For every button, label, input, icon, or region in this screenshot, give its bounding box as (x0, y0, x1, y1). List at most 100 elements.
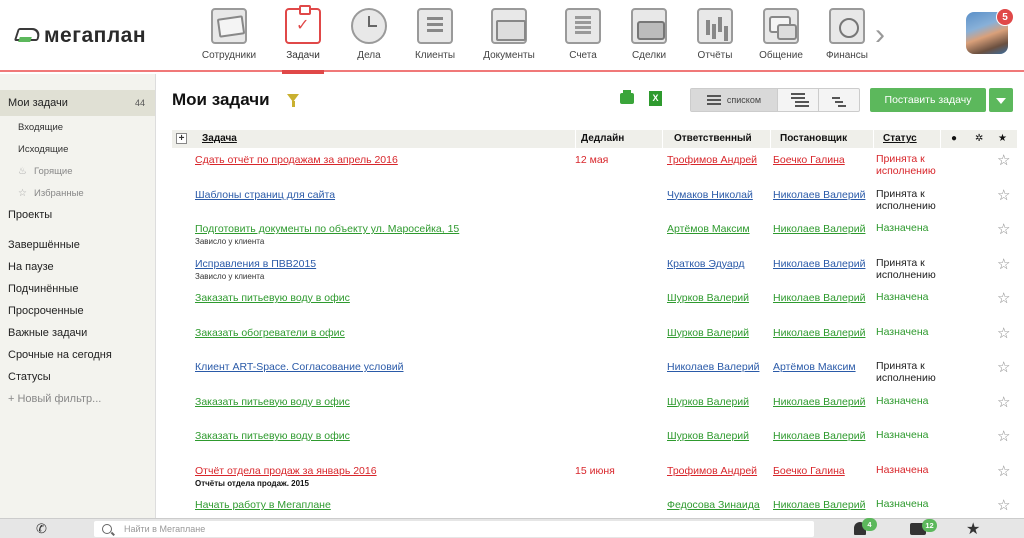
chevron-right-icon[interactable]: › (868, 20, 892, 50)
nav-item-deals-todo[interactable]: Дела (336, 0, 402, 72)
megaplan-logo[interactable]: мегаплан (13, 22, 146, 50)
creator-link[interactable]: Николаев Валерий (773, 396, 865, 408)
task-title-cell[interactable]: Клиент ART-Space. Согласование условий (195, 361, 404, 373)
task-link[interactable]: Отчёт отдела продаж за январь 2016 (195, 465, 377, 477)
creator-cell[interactable]: Николаев Валерий (773, 258, 865, 270)
task-title-cell[interactable]: Подготовить документы по объекту ул. Мар… (195, 223, 459, 235)
responsible-link[interactable]: Шурков Валерий (667, 430, 749, 442)
creator-cell[interactable]: Николаев Валерий (773, 327, 865, 339)
responsible-link[interactable]: Шурков Валерий (667, 327, 749, 339)
add-task-button[interactable]: Поставить задачу (870, 88, 986, 112)
sidebar-item-statuses[interactable]: Статусы (0, 366, 155, 388)
responsible-cell[interactable]: Шурков Валерий (667, 292, 749, 304)
favorite-star-icon[interactable]: ☆ (997, 358, 1010, 376)
view-hierarchy-button[interactable] (819, 89, 860, 111)
creator-link[interactable]: Николаев Валерий (773, 223, 865, 235)
nav-item-employees[interactable]: Сотрудники (188, 0, 270, 72)
favorite-star-icon[interactable]: ☆ (997, 393, 1010, 411)
column-header-status[interactable]: Статус (883, 133, 917, 144)
column-header-responsible[interactable]: Ответственный (674, 133, 752, 144)
responsible-link[interactable]: Николаев Валерий (667, 361, 759, 373)
messages-icon[interactable]: 12 (910, 519, 937, 535)
responsible-cell[interactable]: Трофимов Андрей (667, 154, 757, 166)
favorite-star-icon[interactable]: ☆ (997, 289, 1010, 307)
sidebar-item-outgoing[interactable]: Исходящие (0, 138, 155, 160)
notifications-bell-icon[interactable]: 4 (854, 518, 877, 535)
task-title-cell[interactable]: Начать работу в Мегаплане (195, 499, 331, 511)
task-link[interactable]: Шаблоны страниц для сайта (195, 189, 335, 201)
sidebar-item-important[interactable]: Важные задачи (0, 322, 155, 344)
favorite-star-icon[interactable]: ☆ (997, 427, 1010, 445)
responsible-cell[interactable]: Николаев Валерий (667, 361, 759, 373)
responsible-link[interactable]: Шурков Валерий (667, 292, 749, 304)
view-tree-button[interactable] (778, 89, 819, 111)
responsible-link[interactable]: Артёмов Максим (667, 223, 750, 235)
task-title-cell[interactable]: Исправления в ПВВ2015 (195, 258, 316, 270)
search-input[interactable] (124, 524, 724, 534)
favorites-star-icon[interactable]: ★ (966, 519, 980, 538)
creator-link[interactable]: Николаев Валерий (773, 189, 865, 201)
responsible-cell[interactable]: Федосова Зинаида (667, 499, 760, 511)
responsible-link[interactable]: Трофимов Андрей (667, 154, 757, 166)
sidebar-item-projects[interactable]: Проекты (0, 204, 155, 226)
responsible-link[interactable]: Федосова Зинаида (667, 499, 760, 511)
column-header-creator[interactable]: Постановщик (780, 133, 847, 144)
responsible-cell[interactable]: Шурков Валерий (667, 327, 749, 339)
print-icon[interactable] (620, 90, 634, 104)
add-task-dropdown[interactable] (989, 88, 1013, 112)
task-link[interactable]: Исправления в ПВВ2015 (195, 258, 316, 270)
task-link[interactable]: Начать работу в Мегаплане (195, 499, 331, 511)
sidebar-item-my-tasks[interactable]: Мои задачи 44 (0, 90, 155, 116)
favorite-star-icon[interactable]: ☆ (997, 186, 1010, 204)
phone-icon[interactable]: ✆ (36, 521, 52, 537)
responsible-link[interactable]: Трофимов Андрей (667, 465, 757, 477)
sidebar-item-incoming[interactable]: Входящие (0, 116, 155, 138)
column-header-task[interactable]: Задача (202, 133, 237, 144)
responsible-cell[interactable]: Артёмов Максим (667, 223, 750, 235)
creator-link[interactable]: Николаев Валерий (773, 499, 865, 511)
sidebar-item-paused[interactable]: На паузе (0, 256, 155, 278)
task-link[interactable]: Заказать обогреватели в офис (195, 327, 345, 339)
task-title-cell[interactable]: Шаблоны страниц для сайта (195, 189, 335, 201)
task-link[interactable]: Подготовить документы по объекту ул. Мар… (195, 223, 459, 235)
favorite-star-icon[interactable]: ☆ (997, 462, 1010, 480)
creator-cell[interactable]: Николаев Валерий (773, 223, 865, 235)
favorite-column-star-icon[interactable]: ★ (998, 133, 1007, 144)
task-link[interactable]: Клиент ART-Space. Согласование условий (195, 361, 404, 373)
nav-item-communication[interactable]: Общение (748, 0, 814, 72)
creator-link[interactable]: Николаев Валерий (773, 258, 865, 270)
nav-item-tasks[interactable]: Задачи (270, 0, 336, 74)
favorite-star-icon[interactable]: ☆ (997, 255, 1010, 273)
creator-cell[interactable]: Николаев Валерий (773, 430, 865, 442)
favorite-star-icon[interactable]: ☆ (997, 151, 1010, 169)
task-title-cell[interactable]: Сдать отчёт по продажам за апрель 2016 (195, 154, 398, 166)
responsible-link[interactable]: Шурков Валерий (667, 396, 749, 408)
creator-cell[interactable]: Николаев Валерий (773, 396, 865, 408)
nav-item-documents[interactable]: Документы (468, 0, 550, 72)
sidebar-item-completed[interactable]: Завершённые (0, 234, 155, 256)
nav-item-deals[interactable]: Сделки (616, 0, 682, 72)
creator-cell[interactable]: Боечко Галина (773, 154, 845, 166)
sidebar-item-urgent-today[interactable]: Срочные на сегодня (0, 344, 155, 366)
nav-item-invoices[interactable]: Счета (550, 0, 616, 72)
responsible-link[interactable]: Чумаков Николай (667, 189, 753, 201)
task-title-cell[interactable]: Заказать питьевую воду в офис (195, 292, 350, 304)
responsible-cell[interactable]: Трофимов Андрей (667, 465, 757, 477)
nav-item-reports[interactable]: Отчёты (682, 0, 748, 72)
favorite-star-icon[interactable]: ☆ (997, 220, 1010, 238)
nav-item-clients[interactable]: Клиенты (402, 0, 468, 72)
sidebar-item-subordinate[interactable]: Подчинённые (0, 278, 155, 300)
task-title-cell[interactable]: Заказать обогреватели в офис (195, 327, 345, 339)
creator-link[interactable]: Боечко Галина (773, 465, 845, 477)
sidebar-item-burning[interactable]: ♨ Горящие (0, 160, 155, 182)
creator-cell[interactable]: Артёмов Максим (773, 361, 856, 373)
task-link[interactable]: Заказать питьевую воду в офис (195, 396, 350, 408)
responsible-cell[interactable]: Шурков Валерий (667, 396, 749, 408)
sidebar-new-filter[interactable]: + Новый фильтр... (0, 388, 155, 410)
column-header-deadline[interactable]: Дедлайн (581, 133, 624, 144)
creator-link[interactable]: Боечко Галина (773, 154, 845, 166)
favorite-star-icon[interactable]: ☆ (997, 496, 1010, 514)
task-link[interactable]: Заказать питьевую воду в офис (195, 430, 350, 442)
sidebar-item-overdue[interactable]: Просроченные (0, 300, 155, 322)
creator-cell[interactable]: Боечко Галина (773, 465, 845, 477)
